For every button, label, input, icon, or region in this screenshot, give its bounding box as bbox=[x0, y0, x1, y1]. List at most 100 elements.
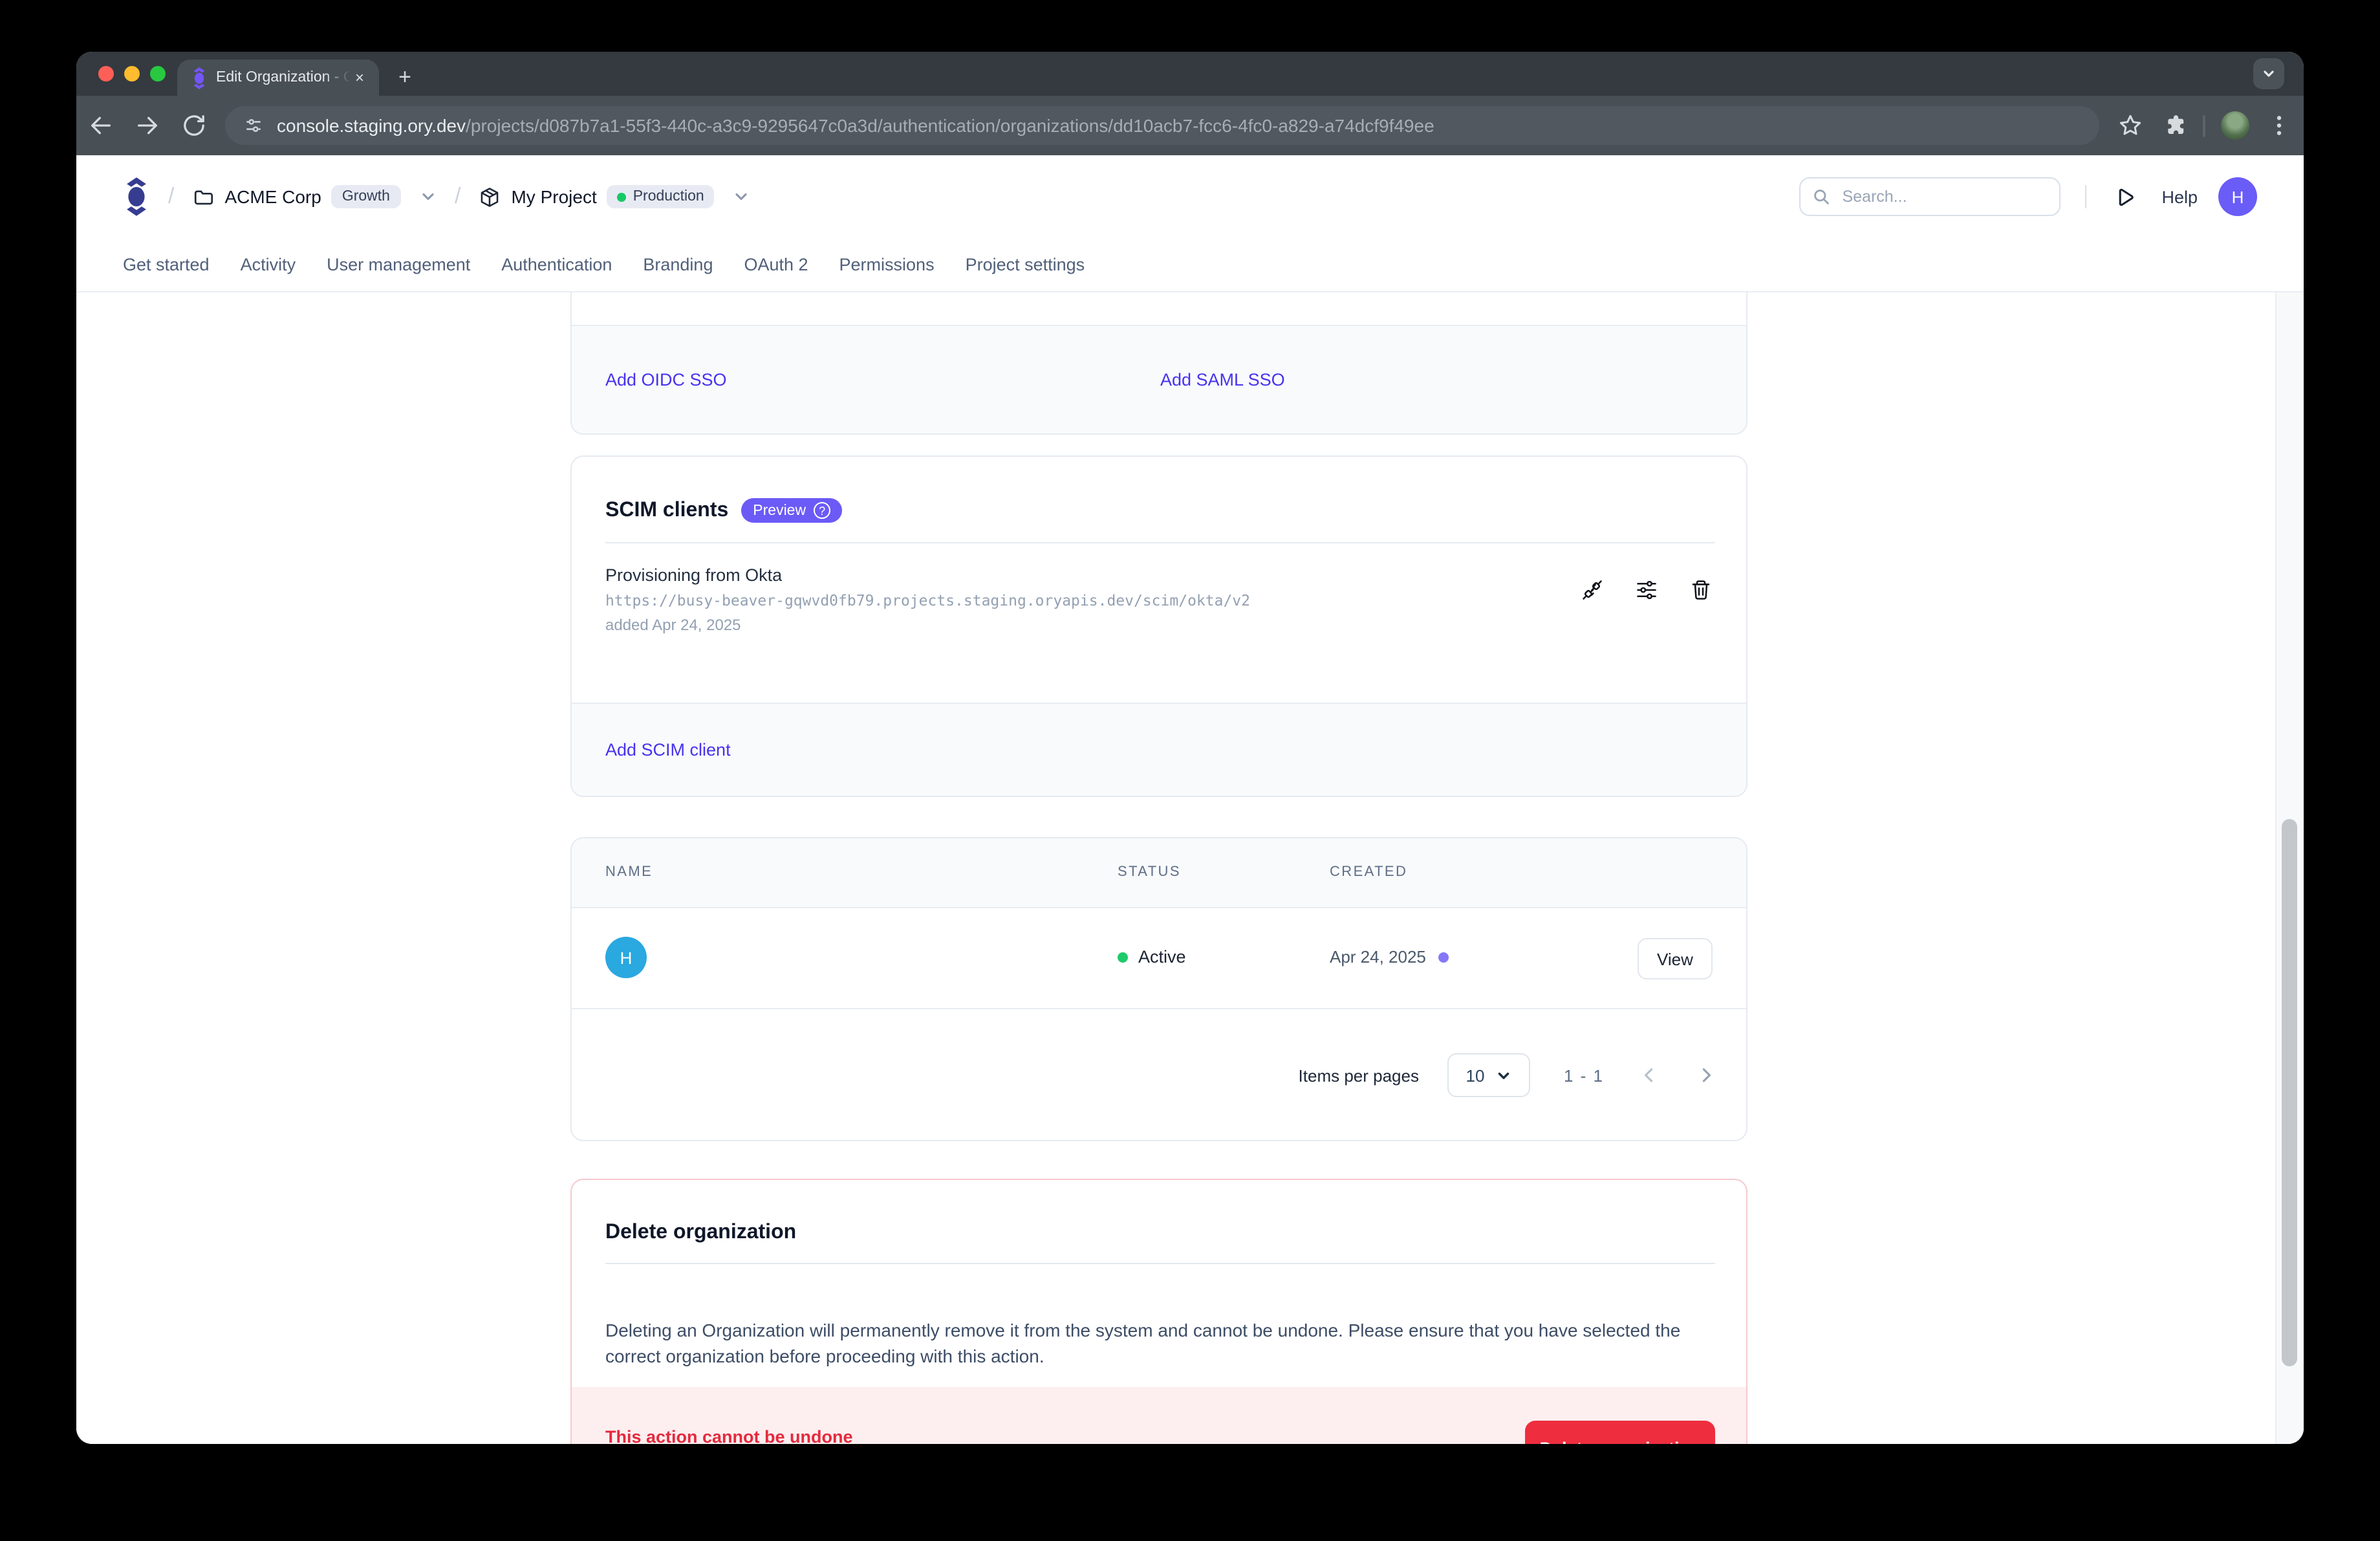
search-box[interactable] bbox=[1799, 177, 2061, 216]
chevron-down-icon bbox=[1495, 1067, 1511, 1084]
back-icon[interactable] bbox=[88, 113, 114, 138]
search-input[interactable] bbox=[1839, 186, 2048, 207]
scrollbar-thumb[interactable] bbox=[2282, 819, 2297, 1366]
table-header: NAME STATUS CREATED bbox=[572, 838, 1746, 908]
sso-card: Add OIDC SSO Add SAML SSO bbox=[570, 292, 1747, 435]
screenshot-stage: Edit Organization - Ory Conso × + consol… bbox=[0, 0, 2380, 1541]
search-icon bbox=[1812, 188, 1830, 206]
project-cube-icon bbox=[479, 186, 501, 208]
ory-console-page: / ACME Corp Growth / My Project Producti… bbox=[76, 155, 2304, 1444]
section-divider bbox=[605, 1263, 1715, 1264]
question-circle-icon: ? bbox=[814, 502, 830, 519]
page-size-value: 10 bbox=[1466, 1066, 1485, 1085]
header-divider bbox=[2085, 185, 2086, 208]
nav-item-user-management[interactable]: User management bbox=[327, 255, 470, 274]
project-env-badge: Production bbox=[607, 185, 715, 208]
minimize-window-button[interactable] bbox=[124, 66, 140, 82]
page-size-select[interactable]: 10 bbox=[1447, 1053, 1530, 1097]
delete-card-footer: This action cannot be undone Delete orga… bbox=[572, 1387, 1746, 1444]
delete-organization-button[interactable]: Delete organization bbox=[1525, 1421, 1715, 1444]
delete-organization-card: Delete organization Deleting an Organiza… bbox=[570, 1179, 1747, 1444]
url-text: console.staging.ory.dev/projects/d087b7a… bbox=[277, 115, 1434, 136]
delete-warning-text: This action cannot be undone bbox=[605, 1427, 853, 1444]
chevron-down-icon bbox=[418, 188, 437, 206]
created-indicator-dot bbox=[1439, 952, 1449, 962]
scim-card-footer: Add SCIM client bbox=[572, 703, 1746, 796]
ory-favicon bbox=[191, 67, 207, 89]
add-scim-client-link[interactable]: Add SCIM client bbox=[605, 740, 731, 760]
close-window-button[interactable] bbox=[98, 66, 114, 82]
page-range: 1 - 1 bbox=[1564, 1066, 1604, 1085]
breadcrumb-separator: / bbox=[168, 184, 174, 210]
main-nav: Get started Activity User management Aut… bbox=[123, 238, 1085, 291]
status-cell: Active bbox=[1118, 947, 1186, 967]
extensions-puzzle-icon[interactable] bbox=[2161, 113, 2187, 138]
add-saml-sso-link[interactable]: Add SAML SSO bbox=[1160, 370, 1285, 389]
page-scrollbar[interactable] bbox=[2275, 292, 2304, 1444]
created-date: Apr 24, 2025 bbox=[1330, 947, 1426, 967]
sso-card-footer: Add OIDC SSO Add SAML SSO bbox=[572, 325, 1746, 433]
preview-badge[interactable]: Preview? bbox=[741, 498, 842, 523]
project-switcher[interactable]: My Project Production bbox=[479, 185, 750, 208]
workspace-plan-badge: Growth bbox=[332, 185, 400, 208]
bookmark-star-icon[interactable] bbox=[2117, 113, 2143, 138]
url-bar[interactable]: console.staging.ory.dev/projects/d087b7a… bbox=[225, 106, 2099, 145]
connection-plug-icon[interactable] bbox=[1581, 578, 1604, 602]
user-avatar[interactable]: H bbox=[2218, 177, 2257, 216]
previous-page-chevron-icon[interactable] bbox=[1638, 1064, 1661, 1087]
zoom-window-button[interactable] bbox=[150, 66, 166, 82]
created-cell: Apr 24, 2025 bbox=[1330, 947, 1449, 967]
delete-card-description: Deleting an Organization will permanentl… bbox=[605, 1317, 1718, 1369]
nav-item-get-started[interactable]: Get started bbox=[123, 255, 210, 274]
workspace-switcher[interactable]: ACME Corp Growth bbox=[192, 185, 437, 208]
status-text: Active bbox=[1138, 947, 1186, 967]
nav-item-authentication[interactable]: Authentication bbox=[501, 255, 612, 274]
nav-item-project-settings[interactable]: Project settings bbox=[966, 255, 1085, 274]
tab-search-button[interactable] bbox=[2253, 58, 2284, 89]
forward-icon[interactable] bbox=[135, 113, 160, 138]
toolbar-right bbox=[2117, 111, 2292, 140]
items-per-page-label: Items per pages bbox=[1299, 1066, 1419, 1085]
nav-item-activity[interactable]: Activity bbox=[241, 255, 296, 274]
browser-menu-kebab-icon[interactable] bbox=[2266, 113, 2292, 138]
folder-icon bbox=[192, 186, 214, 208]
nav-item-oauth2[interactable]: OAuth 2 bbox=[744, 255, 808, 274]
chevron-down-icon bbox=[733, 188, 751, 206]
nav-item-branding[interactable]: Branding bbox=[643, 255, 713, 274]
close-icon[interactable]: × bbox=[351, 69, 369, 87]
trash-icon[interactable] bbox=[1689, 578, 1713, 602]
delete-card-title: Delete organization bbox=[605, 1221, 796, 1245]
reload-icon[interactable] bbox=[181, 113, 207, 138]
tab-strip: Edit Organization - Ory Conso × + bbox=[76, 52, 2304, 96]
row-avatar: H bbox=[605, 937, 647, 978]
next-page-chevron-icon[interactable] bbox=[1694, 1064, 1718, 1087]
project-env-label: Production bbox=[633, 189, 704, 204]
configure-sliders-icon[interactable] bbox=[1635, 578, 1658, 602]
scim-client-url: https://busy-beaver-gqwvd0fb79.projects.… bbox=[605, 591, 1250, 609]
toolbar-divider bbox=[2203, 115, 2205, 137]
section-divider bbox=[605, 542, 1715, 543]
view-button[interactable]: View bbox=[1638, 938, 1713, 979]
play-icon[interactable] bbox=[2114, 186, 2136, 208]
scim-client-row: Provisioning from Okta https://busy-beav… bbox=[605, 565, 1250, 634]
nav-item-permissions[interactable]: Permissions bbox=[839, 255, 935, 274]
status-dot bbox=[1118, 952, 1128, 962]
add-oidc-sso-link[interactable]: Add OIDC SSO bbox=[605, 370, 727, 389]
scim-clients-title: SCIM clients bbox=[605, 499, 728, 522]
help-link[interactable]: Help bbox=[2161, 187, 2198, 206]
new-tab-button[interactable]: + bbox=[391, 63, 419, 92]
browser-toolbar: console.staging.ory.dev/projects/d087b7a… bbox=[76, 96, 2304, 155]
app-header: / ACME Corp Growth / My Project Producti… bbox=[76, 155, 2304, 292]
site-info-icon[interactable] bbox=[243, 115, 264, 136]
scim-client-actions bbox=[1581, 578, 1713, 602]
macos-window-controls bbox=[98, 66, 166, 82]
column-header-created: CREATED bbox=[1330, 864, 1407, 880]
browser-profile-avatar[interactable] bbox=[2221, 111, 2249, 140]
scim-client-name: Provisioning from Okta bbox=[605, 565, 1250, 585]
ory-logo[interactable] bbox=[123, 177, 150, 216]
browser-tab[interactable]: Edit Organization - Ory Conso × bbox=[177, 60, 379, 96]
header-right: Help H bbox=[1799, 177, 2257, 216]
scim-client-added-date: added Apr 24, 2025 bbox=[605, 616, 1250, 634]
pagination: Items per pages 10 1 - 1 bbox=[572, 1008, 1746, 1142]
column-header-name: NAME bbox=[605, 864, 653, 880]
